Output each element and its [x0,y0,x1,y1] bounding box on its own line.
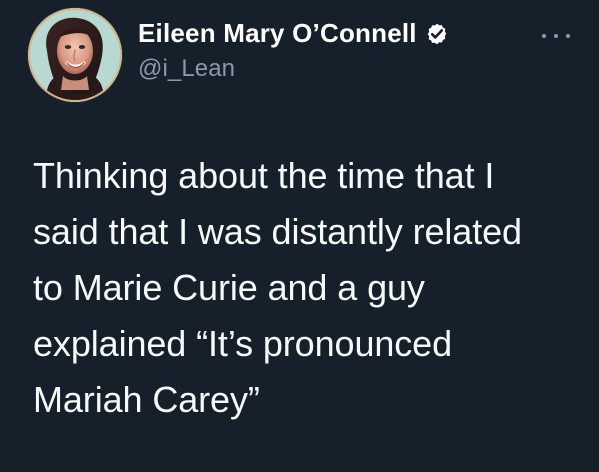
tweet-card: Eileen Mary O’Connell @i_Lean Thinking a… [0,0,599,472]
verified-badge-icon [427,23,446,44]
tweet-text-line: explained “It’s pronounced [33,323,453,364]
tweet-text-line: Thinking about the time that I [33,155,495,196]
display-name[interactable]: Eileen Mary O’Connell [138,17,417,49]
avatar[interactable] [28,8,122,102]
author-name-row: Eileen Mary O’Connell [138,17,518,49]
more-options-icon[interactable] [542,27,570,45]
tweet-text-line: said that I was distantly related [33,211,522,252]
more-dot-icon [566,34,570,38]
more-dot-icon [554,34,558,38]
more-dot-icon [542,34,546,38]
tweet-text-line: to Marie Curie and a guy [33,267,425,308]
tweet-text: Thinking about the time that I said that… [33,148,573,428]
tweet-text-line: Mariah Carey” [33,379,260,420]
author-handle[interactable]: @i_Lean [138,54,518,84]
author-block: Eileen Mary O’Connell @i_Lean [138,17,518,84]
